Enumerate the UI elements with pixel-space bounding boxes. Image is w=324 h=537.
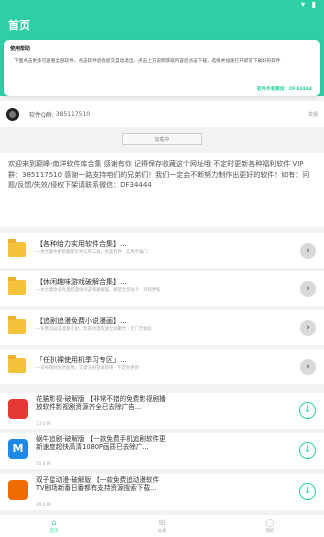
qq-group-number[interactable]: 385117510 — [56, 111, 90, 118]
profile-row: 软件Q群: 385117510 举报 — [0, 101, 324, 127]
author-contact: 软件作者微信：DF34444 — [256, 87, 312, 92]
status-icons: ▾ ▮ — [301, 0, 318, 9]
app-title: 花猫影视-破解版 【非常不错的免费影视剧播放软件影视剧资源齐全已去除广告... — [36, 395, 166, 411]
intro-text: 欢迎来到巅峰-南洋软件库合集 感谢有你 记得保存收藏这个网址哦 不定时更新各种福… — [0, 153, 324, 227]
app-item[interactable]: M 蜗牛追剧-破解版 【一款免费手机追剧软件更新速度超快高清1080P画质已去除… — [0, 433, 324, 469]
app-item[interactable]: 花猫影视-破解版 【非常不错的免费影视剧播放软件影视剧资源齐全已去除广告... … — [0, 393, 324, 429]
tab-label: 首页 — [49, 529, 59, 534]
folder-icon — [8, 277, 26, 295]
avatar[interactable] — [6, 107, 19, 121]
folder-subtitle: —免费追剧追漫看小说，影视动漫资源全网聚合 · 无广告体验 — [36, 327, 152, 332]
bottom-nav: ⌂ 首页 ⊞ 分类 ◯ 我的 — [0, 515, 324, 537]
home-icon: ⌂ — [51, 518, 57, 527]
folder-item[interactable]: 【追剧追漫免费小说漫画】... —免费追剧追漫看小说，影视动漫资源全网聚合 · … — [0, 310, 324, 345]
download-icon[interactable]: ↓ — [299, 442, 316, 459]
app-bar: 首页 — [0, 10, 324, 40]
tab-category[interactable]: ⊞ 分类 — [108, 515, 216, 537]
tab-label: 分类 — [157, 529, 167, 534]
app-icon — [8, 399, 28, 419]
chevron-right-icon[interactable]: › — [300, 359, 316, 375]
load-button[interactable]: 加载中 — [122, 133, 202, 145]
chevron-right-icon[interactable]: › — [300, 243, 316, 259]
grid-icon: ⊞ — [158, 518, 166, 527]
tab-home[interactable]: ⌂ 首页 — [0, 515, 108, 537]
folder-item[interactable]: 【休闲趣味游戏破解合集】... —本合集收录各类经典休闲游戏破解版，解锁全部关卡… — [0, 271, 324, 306]
app-icon: M — [8, 439, 28, 459]
app-size: 39.2 M — [36, 503, 51, 508]
folder-item[interactable]: 「任扒裸使用机季习专区」... —去掉限制免费使用，无需注册登录即用 · 不定时… — [0, 349, 324, 384]
app-title: 蜗牛追剧-破解版 【一款免费手机追剧软件更新速度超快高清1080P画质已去除广.… — [36, 435, 166, 451]
report-link[interactable]: 举报 — [308, 111, 318, 118]
app-size: 35.8 M — [36, 462, 51, 467]
folder-item[interactable]: 【各种给力实用软件合集】... —本合集中更新最新优秀实用工具，各类软件 · 实… — [0, 233, 324, 268]
app-icon — [8, 480, 28, 500]
app-item[interactable]: 双子星动漫-破解版 【一款免费追动漫软件TV剧场新番日番都有支持资源搜索下载..… — [0, 474, 324, 510]
folder-subtitle: —去掉限制免费使用，无需注册登录即用 · 不定时更新 — [36, 366, 139, 371]
qq-group-label: 软件Q群: — [29, 111, 54, 119]
app-size: 23.0 M — [36, 422, 51, 427]
notice-title: 使用帮助 — [10, 46, 31, 52]
status-bar: ▾ ▮ — [0, 0, 324, 10]
help-notice-card: 使用帮助 下面点击更多可查看全部软件，点击软件后会提交自动退出，点击上方说明获取… — [4, 40, 320, 96]
folder-icon — [8, 355, 26, 373]
chevron-right-icon[interactable]: › — [300, 320, 316, 336]
folder-icon — [8, 239, 26, 257]
folder-icon — [8, 316, 26, 334]
tab-label: 我的 — [265, 529, 275, 534]
app-title: 双子星动漫-破解版 【一款免费追动漫软件TV剧场新番日番都有支持资源搜索下载..… — [36, 476, 160, 492]
action-row: 加载中 — [0, 130, 324, 148]
folder-subtitle: —本合集收录各类经典休闲游戏破解版，解锁全部关卡 · 持续更新 — [36, 288, 161, 293]
folder-title: 【追剧追漫免费小说漫画】... — [36, 317, 127, 325]
folder-title: 「任扒裸使用机季习专区」... — [36, 356, 127, 364]
tab-profile[interactable]: ◯ 我的 — [216, 515, 324, 537]
folder-title: 【休闲趣味游戏破解合集】... — [36, 278, 127, 286]
download-icon[interactable]: ↓ — [299, 483, 316, 500]
chevron-right-icon[interactable]: › — [300, 281, 316, 297]
notice-text: 下面点击更多可查看全部软件，点击软件后会提交自动退出，点击上方说明获取内容后点击… — [14, 59, 281, 64]
download-icon[interactable]: ↓ — [299, 402, 316, 419]
folder-title: 【各种给力实用软件合集】... — [36, 240, 127, 248]
folder-subtitle: —本合集中更新最新优秀实用工具，各类软件 · 实用不偏门 — [36, 250, 148, 255]
user-icon: ◯ — [265, 518, 275, 527]
page-title: 首页 — [8, 19, 30, 32]
